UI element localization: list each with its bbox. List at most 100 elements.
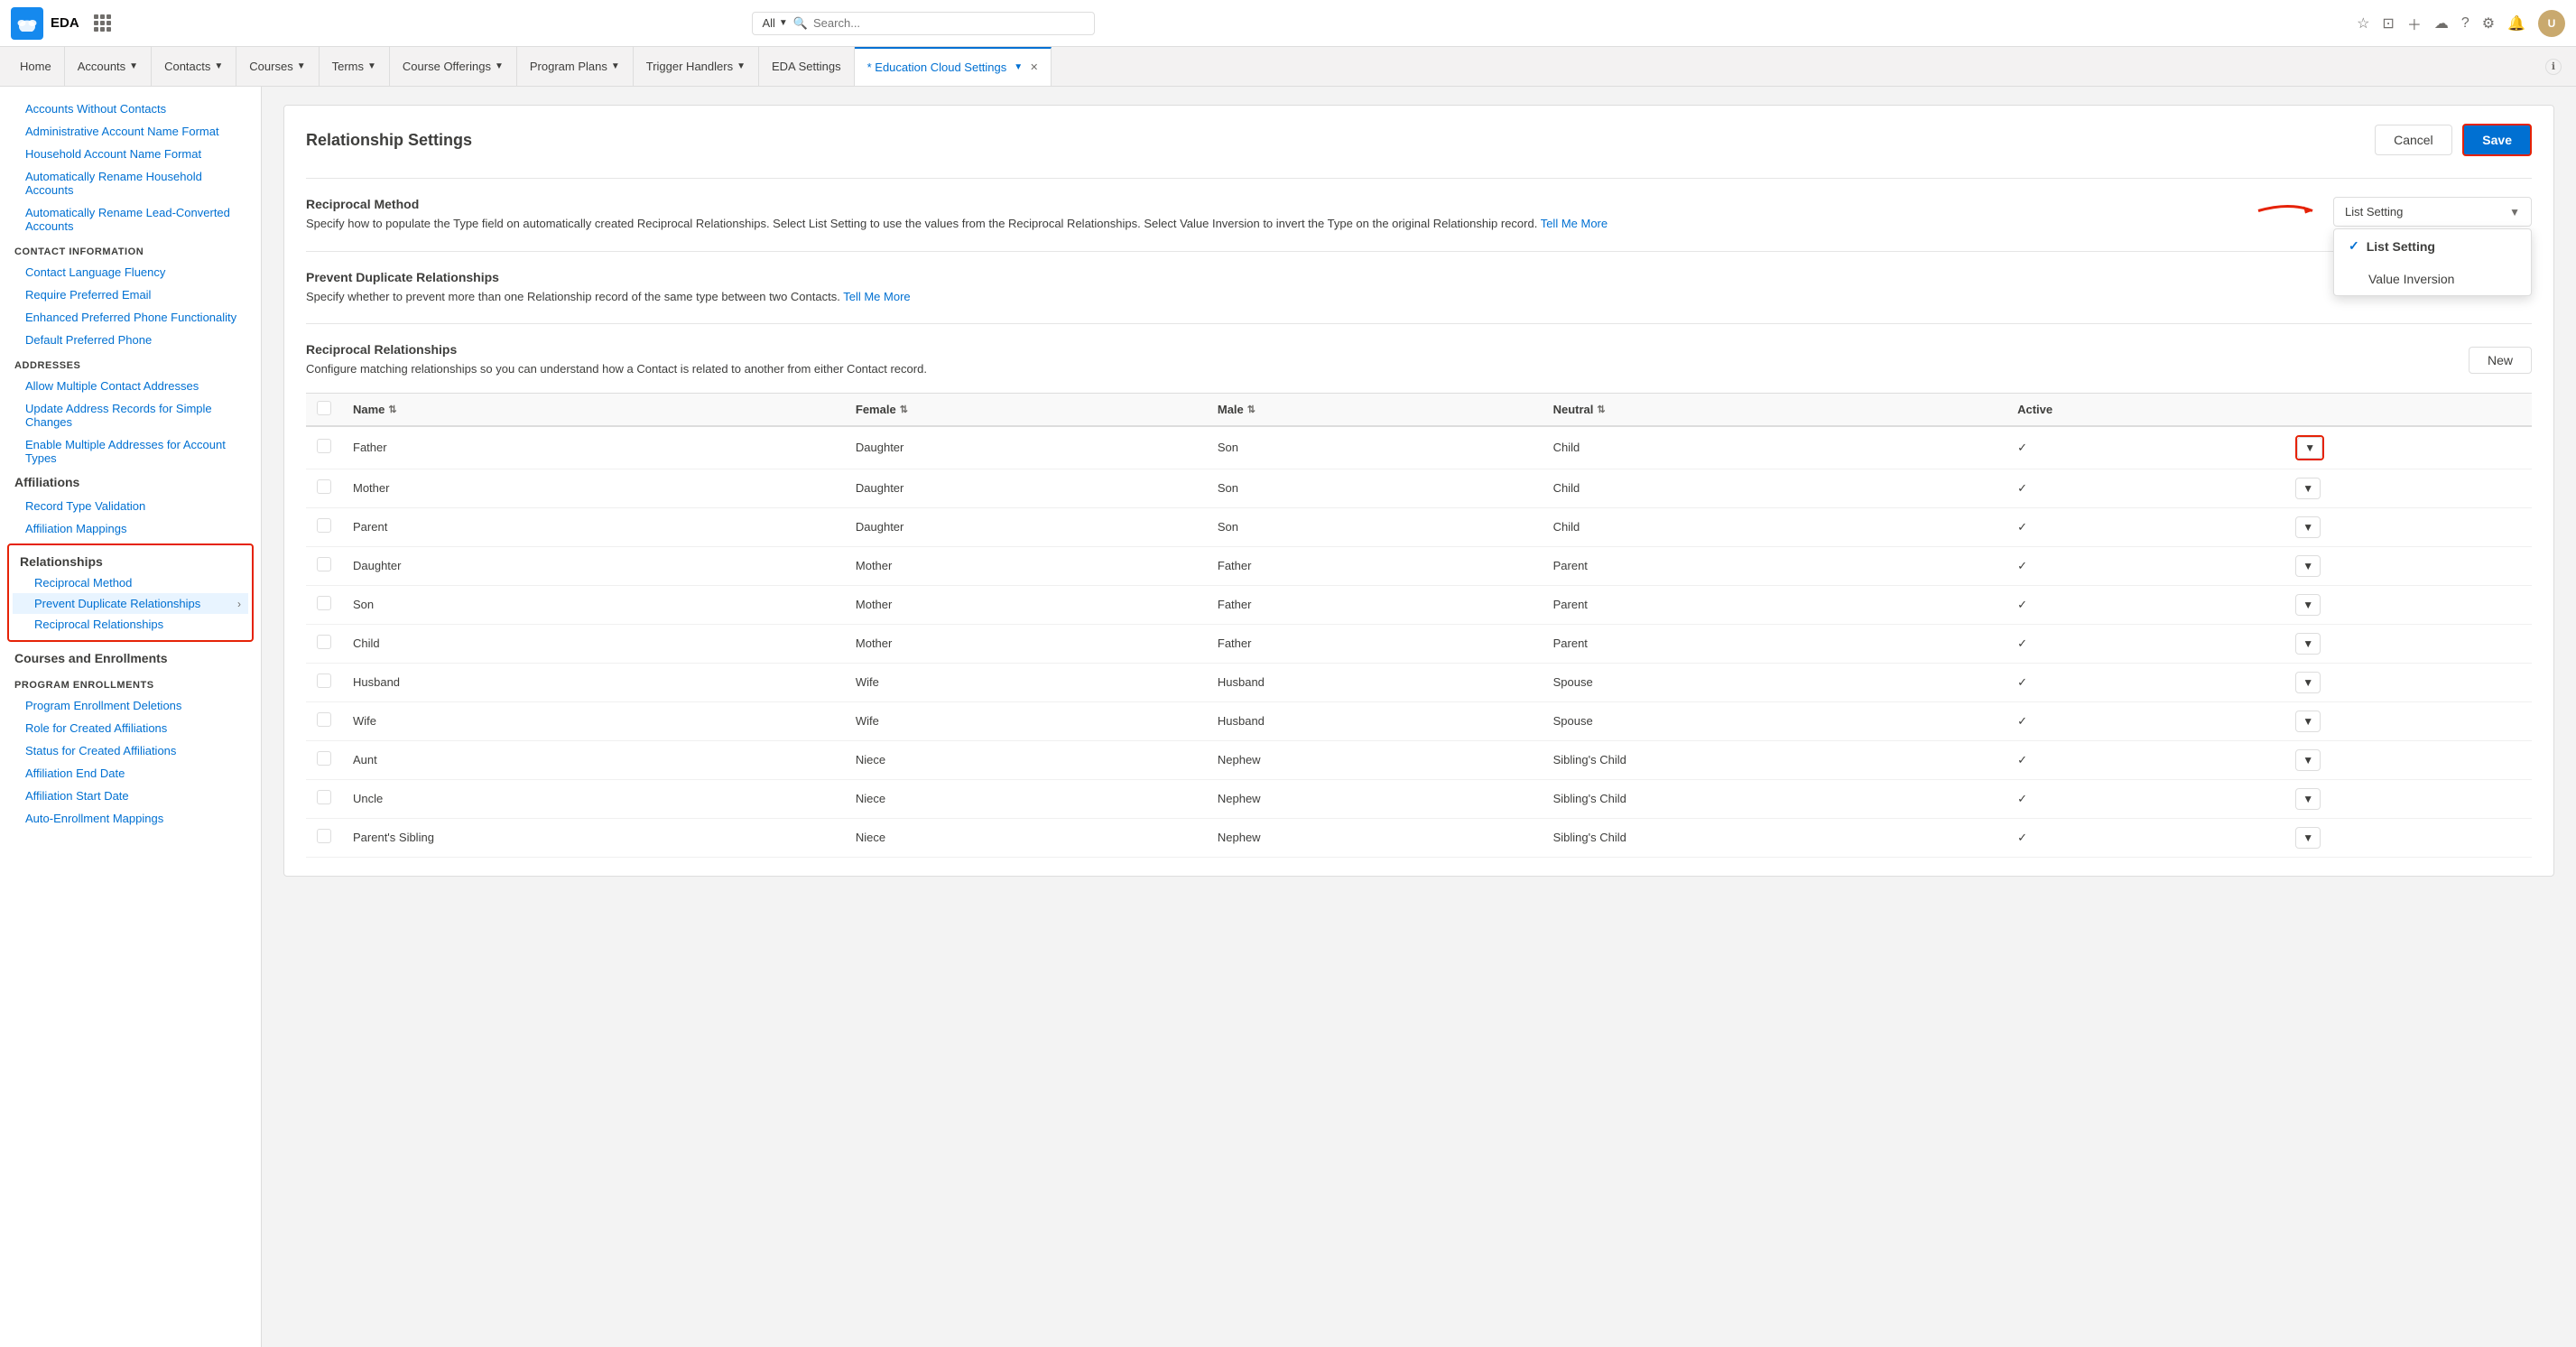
- sidebar-category-relationships[interactable]: Relationships: [13, 551, 248, 572]
- dropdown-trigger[interactable]: List Setting ▼: [2333, 197, 2532, 227]
- tab-accounts[interactable]: Accounts ▼: [65, 47, 152, 86]
- table-row: Son Mother Father Parent ✓ ▼: [306, 585, 2532, 624]
- tab-education-cloud-settings[interactable]: * Education Cloud Settings ▼ ✕: [855, 47, 1052, 86]
- sidebar-category-courses-enrollments[interactable]: Courses and Enrollments: [0, 646, 261, 671]
- tab-home[interactable]: Home: [7, 47, 65, 86]
- row-checkbox[interactable]: [317, 557, 331, 571]
- row-action-dropdown-button[interactable]: ▼: [2295, 555, 2321, 577]
- sidebar-item-rename-household[interactable]: Automatically Rename Household Accounts: [0, 165, 261, 201]
- tell-me-more-link-2[interactable]: Tell Me More: [843, 290, 910, 303]
- tab-contacts[interactable]: Contacts ▼: [152, 47, 236, 86]
- cancel-button[interactable]: Cancel: [2375, 125, 2452, 155]
- tab-trigger-handlers[interactable]: Trigger Handlers ▼: [634, 47, 759, 86]
- user-avatar[interactable]: U: [2538, 10, 2565, 37]
- row-action-dropdown-button[interactable]: ▼: [2297, 437, 2322, 459]
- dropdown-option-value-inversion[interactable]: Value Inversion: [2334, 263, 2531, 295]
- info-icon[interactable]: ℹ: [2545, 59, 2562, 75]
- sidebar-item-program-enrollment-deletions[interactable]: Program Enrollment Deletions: [0, 694, 261, 717]
- header-checkbox[interactable]: [317, 401, 331, 415]
- tab-close-icon[interactable]: ✕: [1030, 61, 1038, 73]
- row-checkbox[interactable]: [317, 439, 331, 453]
- cloud-icon[interactable]: ☁: [2434, 14, 2449, 33]
- sidebar-item-record-type-validation[interactable]: Record Type Validation: [0, 495, 261, 517]
- sidebar-item-status-created-affiliations[interactable]: Status for Created Affiliations: [0, 739, 261, 762]
- th-neutral[interactable]: Neutral ⇅: [1543, 393, 2006, 426]
- tab-course-offerings[interactable]: Course Offerings ▼: [390, 47, 517, 86]
- grid-apps-icon[interactable]: [94, 14, 111, 32]
- sidebar-item-require-preferred-email[interactable]: Require Preferred Email: [0, 283, 261, 306]
- bookmark-icon[interactable]: ⊡: [2382, 14, 2394, 33]
- reciprocal-method-control: List Setting ▼ ✓ List Setting Value I: [2333, 197, 2532, 227]
- help-icon[interactable]: ?: [2461, 15, 2469, 32]
- td-female: Mother: [845, 585, 1207, 624]
- table-row: Parent Daughter Son Child ✓ ▼: [306, 507, 2532, 546]
- th-male[interactable]: Male ⇅: [1207, 393, 1543, 426]
- sidebar-category-affiliations[interactable]: Affiliations: [0, 469, 261, 495]
- tab-courses[interactable]: Courses ▼: [236, 47, 319, 86]
- th-name[interactable]: Name ⇅: [342, 393, 845, 426]
- plus-icon[interactable]: ＋: [2407, 13, 2422, 34]
- row-action-dropdown-button[interactable]: ▼: [2295, 478, 2321, 499]
- dropdown-option-list-setting[interactable]: ✓ List Setting: [2334, 229, 2531, 263]
- row-checkbox[interactable]: [317, 829, 331, 843]
- save-button[interactable]: Save: [2462, 124, 2532, 156]
- sidebar-item-reciprocal-relationships[interactable]: Reciprocal Relationships: [13, 614, 248, 635]
- th-active: Active: [2006, 393, 2284, 426]
- sidebar-item-role-created-affiliations[interactable]: Role for Created Affiliations: [0, 717, 261, 739]
- row-action-dropdown-button[interactable]: ▼: [2295, 633, 2321, 655]
- row-action-dropdown-button[interactable]: ▼: [2295, 749, 2321, 771]
- sidebar-item-update-address[interactable]: Update Address Records for Simple Change…: [0, 397, 261, 433]
- search-scope[interactable]: All ▼: [762, 16, 787, 30]
- settings-icon[interactable]: ⚙: [2482, 14, 2495, 33]
- row-checkbox[interactable]: [317, 712, 331, 727]
- sidebar-item-accounts-without-contacts[interactable]: Accounts Without Contacts: [0, 98, 261, 120]
- sidebar-item-enhanced-phone[interactable]: Enhanced Preferred Phone Functionality: [0, 306, 261, 329]
- search-bar[interactable]: All ▼ 🔍: [752, 12, 1095, 35]
- sidebar-item-household-account-name[interactable]: Household Account Name Format: [0, 143, 261, 165]
- search-input[interactable]: [813, 16, 1085, 30]
- main-content: Relationship Settings Cancel Save Recipr…: [262, 87, 2576, 1347]
- reciprocal-method-label: Reciprocal Method: [306, 197, 2319, 211]
- tab-eda-settings[interactable]: EDA Settings: [759, 47, 855, 86]
- row-action-dropdown-button[interactable]: ▼: [2295, 788, 2321, 810]
- row-action-dropdown-button[interactable]: ▼: [2295, 672, 2321, 693]
- row-checkbox[interactable]: [317, 790, 331, 804]
- td-neutral: Parent: [1543, 546, 2006, 585]
- th-neutral-label: Neutral: [1553, 403, 1594, 416]
- row-checkbox[interactable]: [317, 479, 331, 494]
- bell-icon[interactable]: 🔔: [2507, 14, 2525, 33]
- row-checkbox[interactable]: [317, 518, 331, 533]
- sidebar-item-default-preferred-phone[interactable]: Default Preferred Phone: [0, 329, 261, 351]
- sidebar-item-reciprocal-method[interactable]: Reciprocal Method: [13, 572, 248, 593]
- sidebar-item-affiliation-mappings[interactable]: Affiliation Mappings: [0, 517, 261, 540]
- sidebar-item-affiliation-end-date[interactable]: Affiliation End Date: [0, 762, 261, 785]
- sidebar-item-contact-language[interactable]: Contact Language Fluency: [0, 261, 261, 283]
- sidebar: Accounts Without Contacts Administrative…: [0, 87, 262, 1347]
- reciprocal-relationships-section: Reciprocal Relationships Configure match…: [306, 323, 2532, 858]
- row-checkbox[interactable]: [317, 596, 331, 610]
- row-checkbox[interactable]: [317, 635, 331, 649]
- row-action-dropdown-button[interactable]: ▼: [2295, 711, 2321, 732]
- sidebar-item-enable-multiple-addresses[interactable]: Enable Multiple Addresses for Account Ty…: [0, 433, 261, 469]
- reciprocal-method-dropdown[interactable]: List Setting ▼ ✓ List Setting Value I: [2333, 197, 2532, 227]
- sidebar-item-affiliation-start-date[interactable]: Affiliation Start Date: [0, 785, 261, 807]
- sidebar-item-multiple-addresses[interactable]: Allow Multiple Contact Addresses: [0, 375, 261, 397]
- sidebar-item-auto-enrollment-mappings[interactable]: Auto-Enrollment Mappings: [0, 807, 261, 830]
- row-checkbox[interactable]: [317, 674, 331, 688]
- star-icon[interactable]: ☆: [2357, 14, 2369, 33]
- new-button[interactable]: New: [2469, 347, 2532, 374]
- tab-program-plans[interactable]: Program Plans ▼: [517, 47, 634, 86]
- tab-terms[interactable]: Terms ▼: [320, 47, 390, 86]
- td-male: Son: [1207, 507, 1543, 546]
- sidebar-item-prevent-duplicate[interactable]: Prevent Duplicate Relationships ›: [13, 593, 248, 614]
- tab-home-label: Home: [20, 60, 51, 73]
- sidebar-item-admin-account-name[interactable]: Administrative Account Name Format: [0, 120, 261, 143]
- row-checkbox[interactable]: [317, 751, 331, 766]
- th-female[interactable]: Female ⇅: [845, 393, 1207, 426]
- row-action-dropdown-button[interactable]: ▼: [2295, 516, 2321, 538]
- td-male: Son: [1207, 426, 1543, 469]
- row-action-dropdown-button[interactable]: ▼: [2295, 594, 2321, 616]
- sidebar-item-rename-lead-converted[interactable]: Automatically Rename Lead-Converted Acco…: [0, 201, 261, 237]
- row-action-dropdown-button[interactable]: ▼: [2295, 827, 2321, 849]
- tell-me-more-link-1[interactable]: Tell Me More: [1541, 217, 1608, 230]
